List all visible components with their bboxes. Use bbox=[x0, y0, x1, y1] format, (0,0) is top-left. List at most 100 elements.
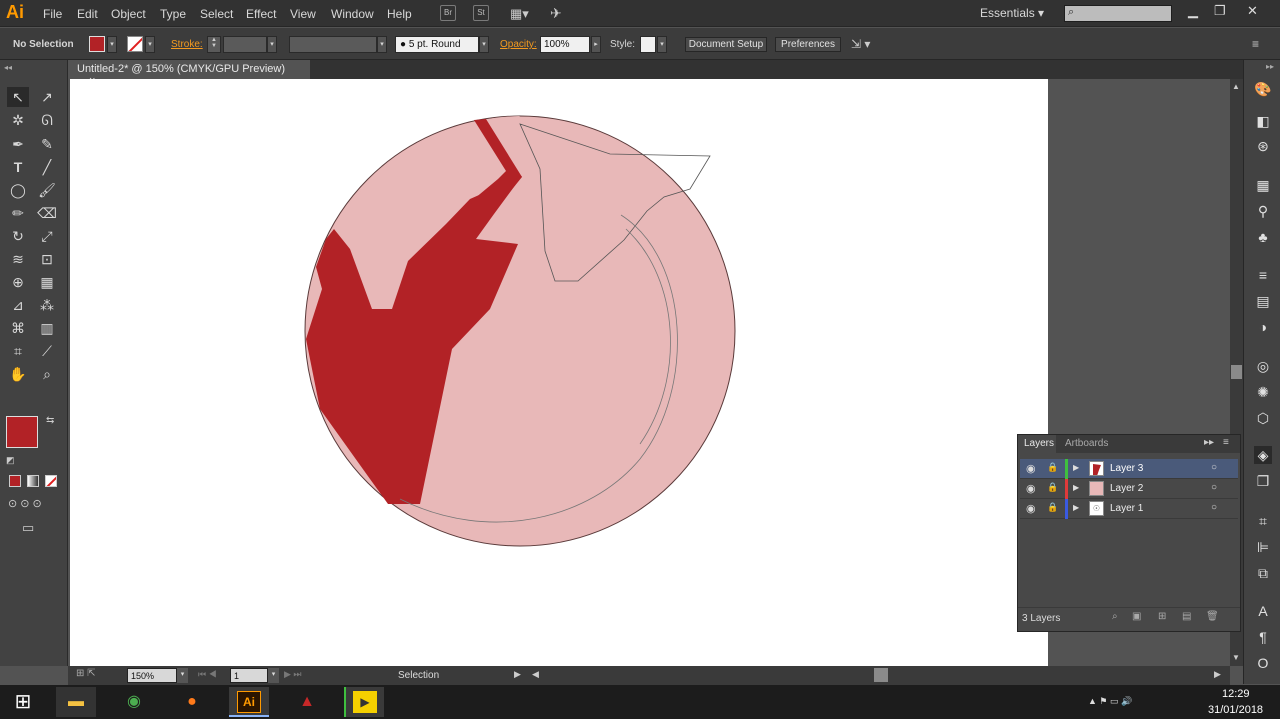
tray-icons[interactable]: ▲ ⚑ ▭ 🔊 bbox=[1088, 696, 1132, 707]
layer-name[interactable]: Layer 1 bbox=[1110, 503, 1143, 514]
layer-name[interactable]: Layer 2 bbox=[1110, 483, 1143, 494]
layer-name[interactable]: Layer 3 bbox=[1110, 463, 1143, 474]
document-setup-button[interactable]: Document Setup bbox=[685, 37, 767, 52]
document-tab[interactable]: Untitled-2* @ 150% (CMYK/GPU Preview) × bbox=[68, 60, 310, 87]
direct-selection-tool-icon[interactable]: ↗ bbox=[36, 87, 58, 107]
gpu-performance-icon[interactable]: ✈ bbox=[550, 5, 562, 22]
graphic-styles-icon[interactable]: ✺ bbox=[1254, 383, 1272, 401]
share-icon[interactable]: ⊞ ⇱ bbox=[76, 668, 96, 679]
transform-icon[interactable]: ⌗ bbox=[1254, 512, 1272, 530]
gradient-mode-icon[interactable] bbox=[27, 475, 39, 487]
menu-object[interactable]: Object bbox=[111, 7, 146, 21]
workspace-switcher[interactable]: Essentials ▾ bbox=[980, 6, 1044, 20]
brush-dropdown[interactable]: ▾ bbox=[479, 36, 489, 53]
scroll-thumb[interactable] bbox=[1231, 365, 1242, 379]
minimize-icon[interactable]: ▁ bbox=[1188, 3, 1198, 19]
appearance-icon[interactable]: ◎ bbox=[1254, 357, 1272, 375]
target-circle-icon[interactable]: ○ bbox=[1211, 482, 1217, 493]
stock-button[interactable]: St bbox=[473, 5, 489, 21]
style-dropdown[interactable]: ▾ bbox=[657, 36, 667, 53]
screen-mode-icon[interactable]: ▭ bbox=[22, 520, 34, 536]
zoom-input[interactable]: 150% bbox=[127, 668, 177, 683]
recolor-icon[interactable]: ⊛ bbox=[1254, 137, 1272, 155]
curvature-tool-icon[interactable]: ✎ bbox=[36, 134, 58, 154]
file-explorer-icon[interactable]: ▬ bbox=[56, 687, 96, 717]
stroke-swatch[interactable] bbox=[127, 36, 143, 52]
firefox-icon[interactable]: ● bbox=[172, 687, 212, 717]
lock-icon[interactable]: 🔒 bbox=[1047, 462, 1058, 473]
symbol-sprayer-tool-icon[interactable]: ⌘ bbox=[7, 318, 29, 338]
properties-icon[interactable]: ⬡ bbox=[1254, 409, 1272, 427]
preferences-button[interactable]: Preferences bbox=[775, 37, 841, 52]
hand-tool-icon[interactable]: ✋ bbox=[7, 364, 29, 384]
lasso-tool-icon[interactable]: ᘏ bbox=[36, 110, 58, 130]
layers-panel-icon[interactable]: ◈ bbox=[1254, 446, 1272, 464]
horizontal-scroll-thumb[interactable] bbox=[874, 668, 888, 682]
brushes-icon[interactable]: ⚲ bbox=[1254, 202, 1272, 220]
fill-swatch[interactable] bbox=[89, 36, 105, 52]
opentype-icon[interactable]: O bbox=[1254, 654, 1272, 672]
collapse-dock-icon[interactable]: ▸▸ bbox=[1266, 62, 1274, 71]
chrome-icon[interactable]: ◉ bbox=[114, 687, 154, 717]
illustrator-taskbar-icon[interactable]: Ai bbox=[229, 687, 269, 717]
arrange-icon[interactable]: ⇲ ▾ bbox=[851, 37, 870, 51]
new-sublayer-icon[interactable]: ⊞ bbox=[1158, 611, 1166, 622]
line-tool-icon[interactable]: ╱ bbox=[36, 157, 58, 177]
symbols-icon[interactable]: ♣ bbox=[1254, 228, 1272, 246]
brush-definition[interactable]: ● 5 pt. Round bbox=[395, 36, 479, 53]
scale-tool-icon[interactable]: ⤢ bbox=[36, 226, 58, 246]
stroke-label[interactable]: Stroke: bbox=[171, 39, 203, 50]
visibility-eye-icon[interactable]: ◉ bbox=[1026, 482, 1036, 495]
menu-edit[interactable]: Edit bbox=[77, 7, 98, 21]
zoom-dropdown[interactable]: ▾ bbox=[177, 668, 188, 683]
bridge-button[interactable]: Br bbox=[440, 5, 456, 21]
selection-tool-icon[interactable]: ↖ bbox=[7, 87, 29, 107]
status-menu-icon[interactable]: ▶ bbox=[514, 669, 521, 680]
draw-mode-icon[interactable]: ⊙ ⊙ ⊙ bbox=[8, 497, 42, 510]
scroll-up-icon[interactable]: ▲ bbox=[1232, 82, 1240, 91]
menu-window[interactable]: Window bbox=[331, 7, 374, 21]
gradient-tool-icon[interactable]: ▦ bbox=[36, 272, 58, 292]
swatches-icon[interactable]: ▦ bbox=[1254, 176, 1272, 194]
artboard-dropdown[interactable]: ▾ bbox=[268, 668, 279, 683]
target-circle-icon[interactable]: ○ bbox=[1211, 462, 1217, 473]
close-icon[interactable]: ✕ bbox=[1247, 3, 1258, 19]
layers-menu-icon[interactable]: ≡ bbox=[1223, 437, 1229, 448]
color-mode-icon[interactable] bbox=[9, 475, 21, 487]
pathfinder-icon[interactable]: ⧉ bbox=[1254, 564, 1272, 582]
artboard-number-input[interactable]: 1 bbox=[230, 668, 268, 683]
search-input[interactable]: ⌕ bbox=[1064, 5, 1172, 22]
restore-icon[interactable]: ❐ bbox=[1214, 3, 1226, 19]
opacity-input[interactable]: 100% bbox=[540, 36, 590, 53]
variable-width-profile[interactable] bbox=[289, 36, 377, 53]
stroke-dropdown[interactable]: ▾ bbox=[145, 36, 155, 53]
tab-artboards[interactable]: Artboards bbox=[1065, 438, 1108, 449]
artboard-tool-icon[interactable]: ⌗ bbox=[7, 341, 29, 361]
scroll-down-icon[interactable]: ▼ bbox=[1232, 653, 1240, 662]
shape-builder-tool-icon[interactable]: ⊕ bbox=[7, 272, 29, 292]
menu-select[interactable]: Select bbox=[200, 7, 233, 21]
eyedropper-tool-icon[interactable]: ⊿ bbox=[7, 295, 29, 315]
expand-arrow-icon[interactable]: ▶ bbox=[1073, 503, 1079, 512]
visibility-eye-icon[interactable]: ◉ bbox=[1026, 462, 1036, 475]
fill-dropdown[interactable]: ▾ bbox=[107, 36, 117, 53]
magic-wand-tool-icon[interactable]: ✲ bbox=[7, 110, 29, 130]
windows-start-icon[interactable]: ⊞ bbox=[3, 687, 43, 717]
menu-file[interactable]: File bbox=[43, 7, 62, 21]
character-icon[interactable]: A bbox=[1254, 602, 1272, 620]
new-layer-icon[interactable]: ▤ bbox=[1182, 611, 1191, 622]
stroke-weight-dropdown[interactable]: ▾ bbox=[267, 36, 277, 53]
panel-expand-icon[interactable]: ▸▸ bbox=[1204, 437, 1214, 448]
artboard[interactable] bbox=[70, 79, 1048, 666]
pen-tool-icon[interactable]: ✒ bbox=[7, 134, 29, 154]
lock-icon[interactable]: 🔒 bbox=[1047, 502, 1058, 513]
column-graph-tool-icon[interactable]: ▥ bbox=[36, 318, 58, 338]
none-mode-icon[interactable] bbox=[45, 475, 57, 487]
ellipse-tool-icon[interactable]: ◯ bbox=[7, 180, 29, 200]
zoom-tool-icon[interactable]: ⌕ bbox=[36, 364, 58, 384]
default-colors-icon[interactable]: ◩ bbox=[6, 455, 15, 466]
layer-row[interactable]: ◉ 🔒 ▶ Layer 2 ○ bbox=[1020, 479, 1238, 499]
blend-tool-icon[interactable]: ⁂ bbox=[36, 295, 58, 315]
arrange-documents-icon[interactable]: ▦▾ bbox=[510, 6, 529, 22]
visibility-eye-icon[interactable]: ◉ bbox=[1026, 502, 1036, 515]
